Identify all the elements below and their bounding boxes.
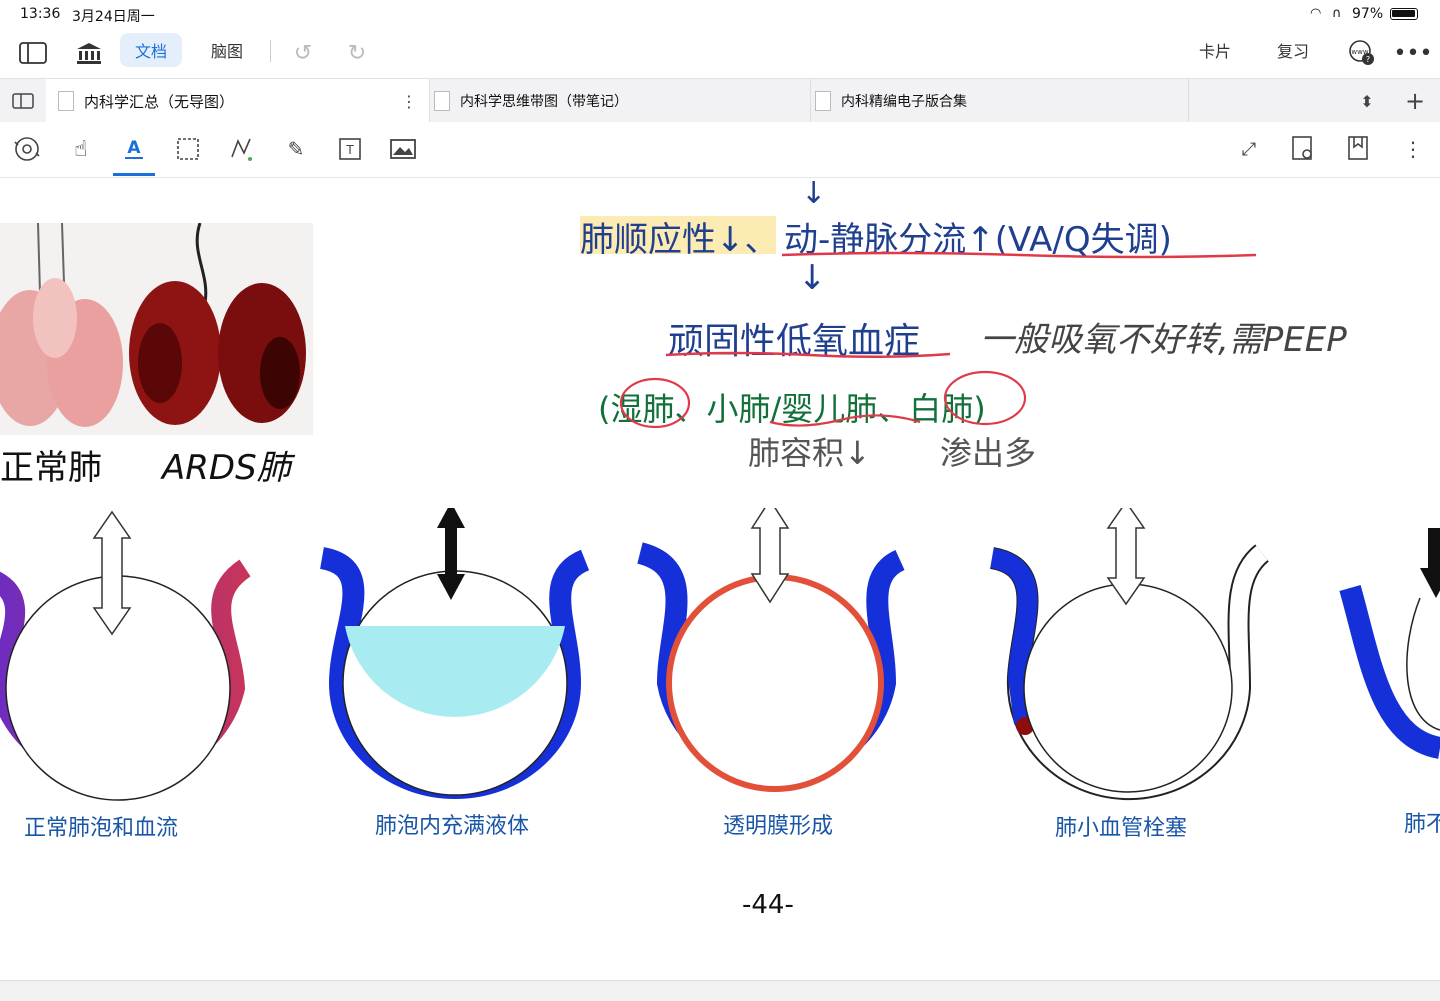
add-tab-icon[interactable]: + (1400, 79, 1430, 123)
image-insert-icon[interactable] (388, 134, 418, 164)
bookmark-icon[interactable] (1343, 134, 1373, 164)
tab-menu-icon[interactable]: ⋮ (401, 92, 417, 111)
top-toolbar: 文档 脑图 ↺ ↻ 卡片 复习 www? ••• (0, 28, 1440, 78)
lung-photo (0, 222, 313, 435)
text-box-icon[interactable]: T (335, 134, 365, 164)
undo-icon[interactable]: ↺ (288, 38, 318, 68)
document-icon (434, 91, 450, 111)
rectangle-select-icon[interactable] (173, 134, 203, 164)
review-button[interactable]: 复习 (1268, 33, 1318, 67)
svg-text:A: A (127, 138, 141, 158)
tab-sort-icon[interactable]: ⬍ (1352, 79, 1382, 123)
more-icon[interactable]: ••• (1394, 38, 1433, 68)
status-time: 13:36 (20, 6, 61, 22)
status-date: 3月24日周一 (72, 9, 155, 25)
tab-label: 内科学思维带图（带笔记） (460, 94, 628, 110)
tool-more-icon[interactable]: ⋮ (1398, 134, 1428, 164)
lasso-icon[interactable] (227, 134, 257, 164)
tab-internal-medicine-mindmap[interactable]: 内科学思维带图（带笔记） (430, 79, 811, 123)
down-arrow-annotation: ↓ (801, 178, 827, 211)
svg-text:T: T (345, 143, 354, 157)
redo-icon[interactable]: ↻ (342, 38, 372, 68)
note-exudate: 渗出多 (940, 434, 1037, 472)
page-number: -44- (742, 890, 794, 920)
diagram-atelectasis-partial (1339, 528, 1440, 759)
divider (270, 40, 271, 62)
tab-label: 内科精编电子版合集 (841, 94, 967, 110)
red-underline-2 (665, 351, 951, 359)
caption-normal-alveolus: 正常肺泡和血流 (24, 816, 179, 841)
card-button[interactable]: 卡片 (1190, 33, 1240, 67)
red-underline (781, 251, 1257, 259)
document-icon (58, 91, 74, 111)
tab-internal-medicine-summary[interactable]: 内科学汇总（无导图） ⋮ (46, 79, 430, 123)
note-peep: 一般吸氧不好转,需PEEP (980, 320, 1347, 360)
tab-internal-medicine-collection[interactable]: 内科精编电子版合集 (811, 79, 1189, 123)
battery-percent: 97% (1352, 6, 1384, 22)
page-search-icon[interactable] (1288, 134, 1318, 164)
caption-fluid-filled: 肺泡内充满液体 (375, 814, 530, 839)
wifi-icon: ◠ (1310, 6, 1322, 21)
web-help-icon[interactable]: www? (1346, 38, 1376, 68)
fullscreen-icon[interactable]: ⤢ (1234, 134, 1264, 164)
svg-text:?: ? (1366, 55, 1370, 64)
document-tabs: 内科学汇总（无导图） ⋮ 内科学思维带图（带笔记） 内科精编电子版合集 ⬍ + (0, 78, 1440, 123)
bottom-scroll-area[interactable] (0, 980, 1440, 1001)
sidebar-toggle-icon[interactable] (18, 38, 48, 68)
tab-mindmap-mode[interactable]: 脑图 (196, 33, 258, 67)
diagram-normal-alveolus (0, 510, 252, 801)
annotation-toolbar: ☝ A ✎ T ⤢ ⋮ (0, 122, 1440, 178)
note-lung-volume: 肺容积↓ (748, 434, 871, 472)
document-icon (815, 91, 831, 111)
alveoli-diagrams (0, 508, 1440, 801)
tab-document-mode[interactable]: 文档 (120, 33, 182, 67)
caption-atelectasis: 肺不 (1404, 812, 1440, 837)
hand-pointer-icon[interactable]: ☝ (66, 134, 96, 164)
document-page: 正常肺 ARDS肺 ↓ 肺顺应性↓、 动-静脉分流↑(VA/Q失调) ↓ 顽固性… (0, 178, 1440, 980)
caption-hyaline-membrane: 透明膜形成 (723, 814, 834, 839)
library-icon[interactable] (74, 38, 104, 68)
split-view-icon[interactable] (0, 79, 46, 123)
diagram-vessel-embolism (989, 508, 1270, 801)
pen-icon[interactable]: ✎ (281, 134, 311, 164)
battery-icon (1390, 8, 1418, 20)
active-tool-indicator (113, 173, 155, 176)
caption-vessel-embolism: 肺小血管栓塞 (1055, 816, 1188, 841)
diagram-fluid-filled (319, 508, 590, 799)
headphone-icon: ∩ (1332, 6, 1342, 21)
tab-label: 内科学汇总（无导图） (84, 92, 235, 111)
status-bar: 13:36 3月24日周一 ◠ ∩ 97% (0, 0, 1440, 28)
text-highlight-icon[interactable]: A (119, 134, 149, 164)
note-lung-compliance: 肺顺应性↓、 (580, 220, 779, 260)
ards-lung-label: ARDS肺 (162, 448, 291, 488)
diagram-hyaline-membrane (636, 508, 906, 792)
settings-cycle-icon[interactable] (12, 134, 42, 164)
down-arrow-annotation-2: ↓ (798, 258, 827, 298)
normal-lung-label: 正常肺 (0, 448, 102, 488)
